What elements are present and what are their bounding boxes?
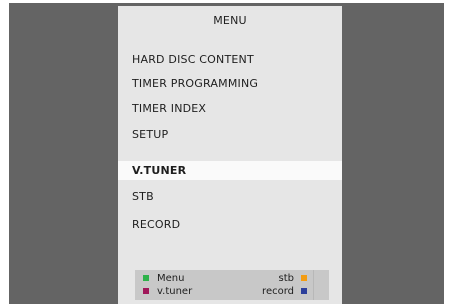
legend-divider [313, 270, 314, 300]
legend-label-menu[interactable]: Menu [157, 272, 184, 285]
legend-label-v-tuner[interactable]: v.tuner [157, 285, 192, 298]
menu-title: MENU [213, 14, 247, 27]
menu-item-v-tuner[interactable]: V.TUNER [118, 161, 342, 180]
menu-item-record[interactable]: RECORD [118, 215, 342, 234]
menu-panel: MENU HARD DISC CONTENT TIMER PROGRAMMING… [118, 6, 342, 304]
yellow-key-swatch [301, 275, 307, 281]
menu-item-stb[interactable]: STB [118, 187, 342, 206]
menu-item-setup[interactable]: SETUP [118, 125, 342, 144]
menu-item-timer-index[interactable]: TIMER INDEX [118, 99, 342, 118]
color-key-legend: Menu stb v.tuner record [135, 270, 329, 300]
legend-row-1: Menu stb [135, 272, 329, 285]
menu-item-timer-programming[interactable]: TIMER PROGRAMMING [118, 74, 342, 93]
blue-key-swatch [301, 288, 307, 294]
legend-row-2: v.tuner record [135, 285, 329, 298]
legend-label-record[interactable]: record [262, 285, 294, 298]
red-key-swatch [143, 288, 149, 294]
legend-label-stb[interactable]: stb [279, 272, 294, 285]
green-key-swatch [143, 275, 149, 281]
menu-item-hard-disc-content[interactable]: HARD DISC CONTENT [118, 50, 342, 69]
